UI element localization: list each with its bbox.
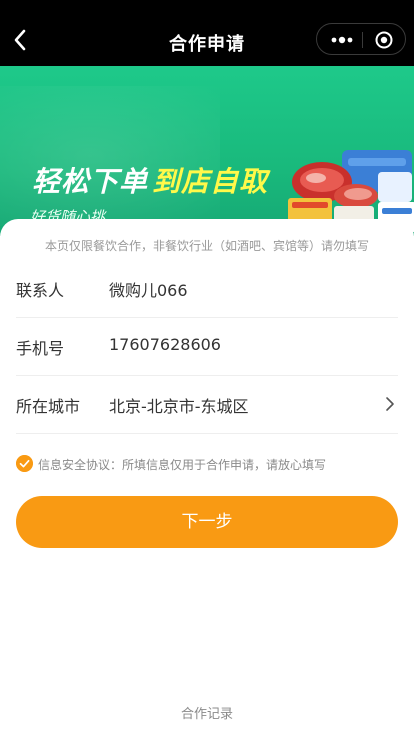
- contact-label: 联系人: [16, 281, 65, 300]
- banner-glow: [0, 86, 220, 226]
- form-notice: 本页仅限餐饮合作，非餐饮行业（如酒吧、宾馆等）请勿填写: [44, 239, 369, 253]
- city-label: 所在城市: [16, 397, 81, 416]
- city-row[interactable]: 所在城市 北京-北京市-东城区: [16, 375, 398, 434]
- promo-banner[interactable]: 轻松下单 到店自取 好货随心挑: [0, 66, 414, 236]
- phone-row[interactable]: 手机号 17607628606: [16, 317, 398, 376]
- phone-input[interactable]: 17607628606: [109, 335, 221, 354]
- agreement-text: 信息安全协议：所填信息仅用于合作申请，请放心填写: [38, 458, 327, 472]
- application-form-card: 本页仅限餐饮合作，非餐饮行业（如酒吧、宾馆等）请勿填写 联系人 微购儿066 手…: [0, 219, 414, 736]
- contact-row[interactable]: 联系人 微购儿066: [16, 259, 398, 318]
- city-selector[interactable]: 北京-北京市-东城区: [109, 393, 249, 417]
- checkbox-checked-icon[interactable]: [16, 455, 33, 472]
- banner-slogan-yellow: 到店自取: [152, 165, 269, 198]
- capsule-divider: [362, 32, 363, 48]
- banner-slogan-white: 轻松下单: [32, 165, 149, 198]
- mini-program-capsule: [316, 23, 406, 55]
- chevron-right-icon: [386, 397, 394, 411]
- nav-bar: 合作申请: [0, 0, 414, 66]
- more-dots-icon[interactable]: [327, 30, 357, 50]
- phone-label: 手机号: [16, 339, 65, 358]
- close-circle-icon[interactable]: [373, 30, 395, 50]
- contact-input[interactable]: 微购儿066: [109, 277, 188, 301]
- cooperation-records-link[interactable]: 合作记录: [0, 703, 414, 722]
- next-step-button[interactable]: 下一步: [16, 496, 398, 548]
